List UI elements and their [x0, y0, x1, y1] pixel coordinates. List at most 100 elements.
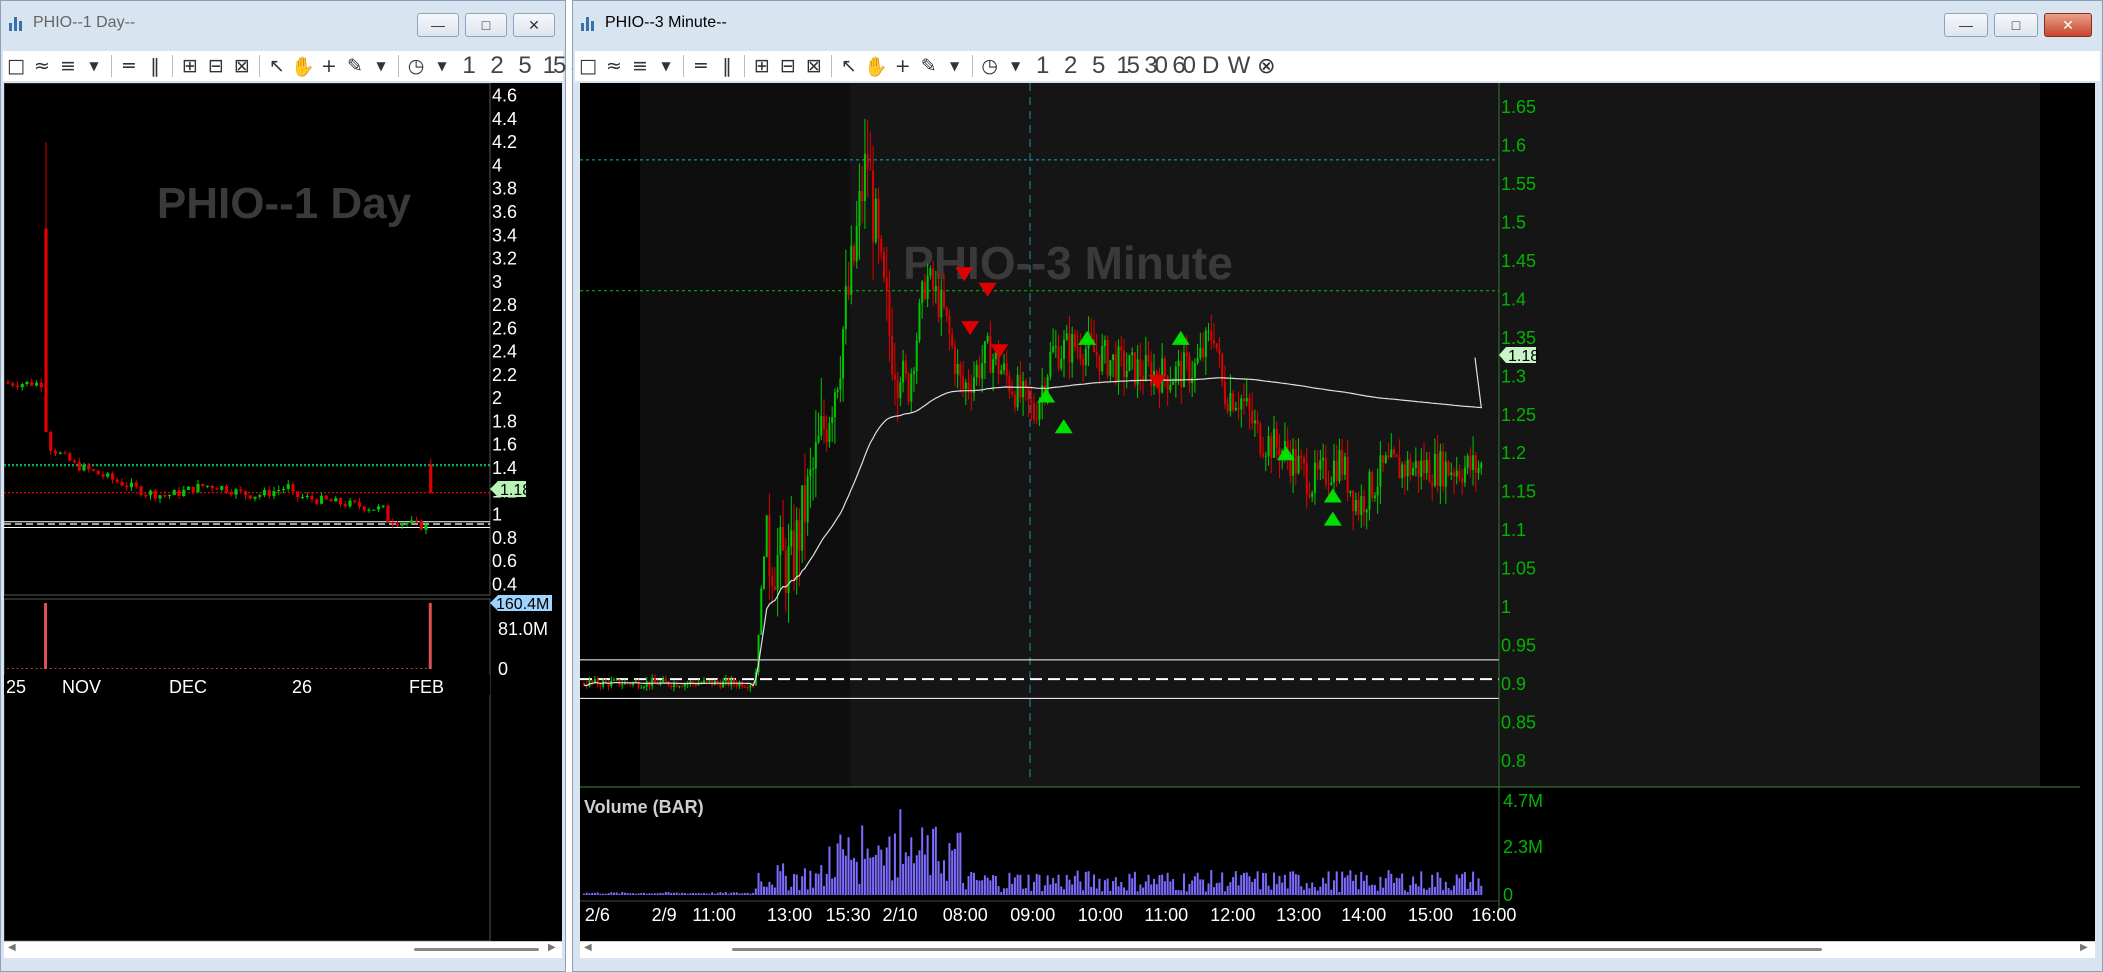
interval-5-button[interactable]: 5 — [1085, 52, 1113, 80]
volume-bar — [1423, 888, 1425, 895]
close-circle-icon[interactable]: ⊗ — [1253, 52, 1279, 80]
scroll-left-icon[interactable]: ◀ — [584, 942, 592, 953]
minimize-button[interactable]: — — [417, 13, 459, 37]
volume-bar — [686, 893, 689, 895]
clock-icon[interactable]: ◷ — [403, 52, 429, 80]
title-bar[interactable]: PHIO--3 Minute-- — □ ✕ — [573, 1, 2102, 45]
hand-icon[interactable]: ✋ — [862, 52, 890, 80]
vertical-line-icon[interactable]: ‖ — [714, 52, 740, 80]
volume-bar — [1013, 877, 1016, 895]
interval-weekly-button[interactable]: W — [1225, 52, 1254, 80]
volume-bar — [1376, 890, 1379, 895]
horizontal-line-icon[interactable]: ═ — [116, 52, 142, 80]
x-tick-label: FEB — [409, 677, 444, 697]
minimize-button[interactable]: — — [1944, 13, 1988, 37]
volume-bar — [1414, 883, 1417, 895]
crosshair-icon[interactable]: + — [316, 52, 342, 80]
interval-2-button[interactable]: 2 — [1057, 52, 1085, 80]
pointer-icon[interactable]: ↖ — [264, 52, 290, 80]
daily-chart-svg[interactable]: PHIO--1 Day 4.6 4.4 4.2 4 3.8 3.6 3.4 3.2 3 2.8 2.… — [3, 82, 562, 942]
interval-2-button[interactable]: 2 — [483, 52, 511, 80]
volume-bar — [1305, 883, 1308, 895]
zoom-fit-icon[interactable]: ⊠ — [801, 52, 827, 80]
chevron-down-icon[interactable]: ▼ — [653, 52, 679, 80]
zoom-fit-icon[interactable]: ⊠ — [229, 52, 255, 80]
zoom-out-icon[interactable]: ⊟ — [203, 52, 229, 80]
volume-bar — [1395, 877, 1398, 895]
volume-bar — [787, 890, 790, 895]
vertical-line-icon[interactable]: ‖ — [142, 52, 168, 80]
volume-bar — [320, 668, 323, 669]
horizontal-scrollbar[interactable]: ◀ ▶ — [4, 941, 562, 958]
volume-bar — [869, 857, 872, 895]
volume-bar — [877, 845, 880, 895]
candle-body — [803, 485, 806, 523]
interval-1-button[interactable]: 1 — [1029, 52, 1057, 80]
candle-body — [883, 252, 885, 278]
separator — [398, 55, 399, 77]
candle-body — [1270, 436, 1273, 458]
crosshair-icon[interactable]: + — [890, 52, 916, 80]
maximize-button[interactable]: □ — [1994, 13, 2038, 37]
hand-icon[interactable]: ✋ — [290, 52, 316, 80]
pencil-icon[interactable]: ✎ — [342, 52, 368, 80]
volume-bar — [1049, 884, 1052, 895]
zoom-out-icon[interactable]: ⊟ — [775, 52, 801, 80]
chevron-down-icon[interactable]: ▼ — [1003, 52, 1029, 80]
scroll-right-icon[interactable]: ▶ — [548, 942, 556, 953]
chevron-down-icon[interactable]: ▼ — [81, 52, 107, 80]
volume-bar — [111, 668, 114, 669]
candle-body — [34, 382, 39, 386]
chevron-down-icon[interactable]: ▼ — [368, 52, 394, 80]
horizontal-line-icon[interactable]: ═ — [688, 52, 714, 80]
minute-chart-svg[interactable]: PHIO--3 Minute 1.65 1.6 1.55 1.5 1.45 1.4 1.35… — [580, 83, 2095, 941]
chart-type-icon[interactable]: □ — [575, 52, 601, 80]
candle-body — [735, 683, 738, 687]
chevron-down-icon[interactable]: ▼ — [429, 52, 455, 80]
line-chart-icon[interactable]: ≈ — [29, 52, 55, 80]
daily-chart-area[interactable]: PHIO--1 Day 4.6 4.4 4.2 4 3.8 3.6 3.4 3.2 3 2.8 2.… — [3, 82, 562, 942]
chevron-down-icon[interactable]: ▼ — [942, 52, 968, 80]
volume-bar — [765, 886, 768, 895]
scrollbar-thumb[interactable] — [732, 948, 1822, 951]
horizontal-scrollbar[interactable]: ◀ ▶ — [580, 941, 2095, 958]
interval-30-button[interactable]: 30 — [1141, 52, 1169, 80]
separator — [172, 55, 173, 77]
zoom-in-icon[interactable]: ⊞ — [749, 52, 775, 80]
interval-1-button[interactable]: 1 — [455, 52, 483, 80]
close-button[interactable]: ✕ — [513, 13, 555, 37]
zoom-in-icon[interactable]: ⊞ — [177, 52, 203, 80]
close-button[interactable]: ✕ — [2044, 13, 2092, 37]
indicators-icon[interactable]: ≡ — [627, 52, 653, 80]
candle-body — [186, 486, 191, 490]
maximize-button[interactable]: □ — [465, 13, 507, 37]
volume-bar — [301, 668, 304, 669]
interval-5-button[interactable]: 5 — [511, 52, 539, 80]
pointer-icon[interactable]: ↖ — [836, 52, 862, 80]
volume-bar — [1300, 886, 1303, 895]
interval-15-button[interactable]: 15 — [539, 52, 567, 80]
scrollbar-thumb[interactable] — [414, 948, 539, 951]
volume-bar — [790, 886, 793, 895]
interval-daily-button[interactable]: D — [1197, 52, 1225, 80]
chart-type-icon[interactable]: □ — [3, 52, 29, 80]
interval-15-button[interactable]: 15 — [1113, 52, 1141, 80]
volume-label: 160.4M — [490, 595, 552, 613]
pencil-icon[interactable]: ✎ — [916, 52, 942, 80]
candle-body — [1311, 492, 1314, 497]
y-tick-label: 3.4 — [492, 225, 517, 245]
volume-bar — [1027, 874, 1030, 895]
line-chart-icon[interactable]: ≈ — [601, 52, 627, 80]
scroll-left-icon[interactable]: ◀ — [8, 942, 16, 953]
minute-chart-area[interactable]: PHIO--3 Minute 1.65 1.6 1.55 1.5 1.45 1.4 1.35… — [580, 83, 2095, 941]
volume-bar — [1215, 883, 1218, 895]
y-tick-label: 1 — [1501, 597, 1511, 617]
interval-60-button[interactable]: 60 — [1169, 52, 1197, 80]
chart-toolbar: □ ≈ ≡ ▼ ═ ‖ ⊞ ⊟ ⊠ ↖ ✋ + ✎ ▼ ◷ ▼ 1 2 5 15… — [575, 51, 2100, 81]
clock-icon[interactable]: ◷ — [977, 52, 1003, 80]
candle-body — [201, 483, 205, 487]
title-bar[interactable]: PHIO--1 Day-- — □ ✕ — [1, 1, 565, 45]
volume-bar — [1436, 872, 1439, 895]
scroll-right-icon[interactable]: ▶ — [2080, 942, 2088, 953]
indicators-icon[interactable]: ≡ — [55, 52, 81, 80]
